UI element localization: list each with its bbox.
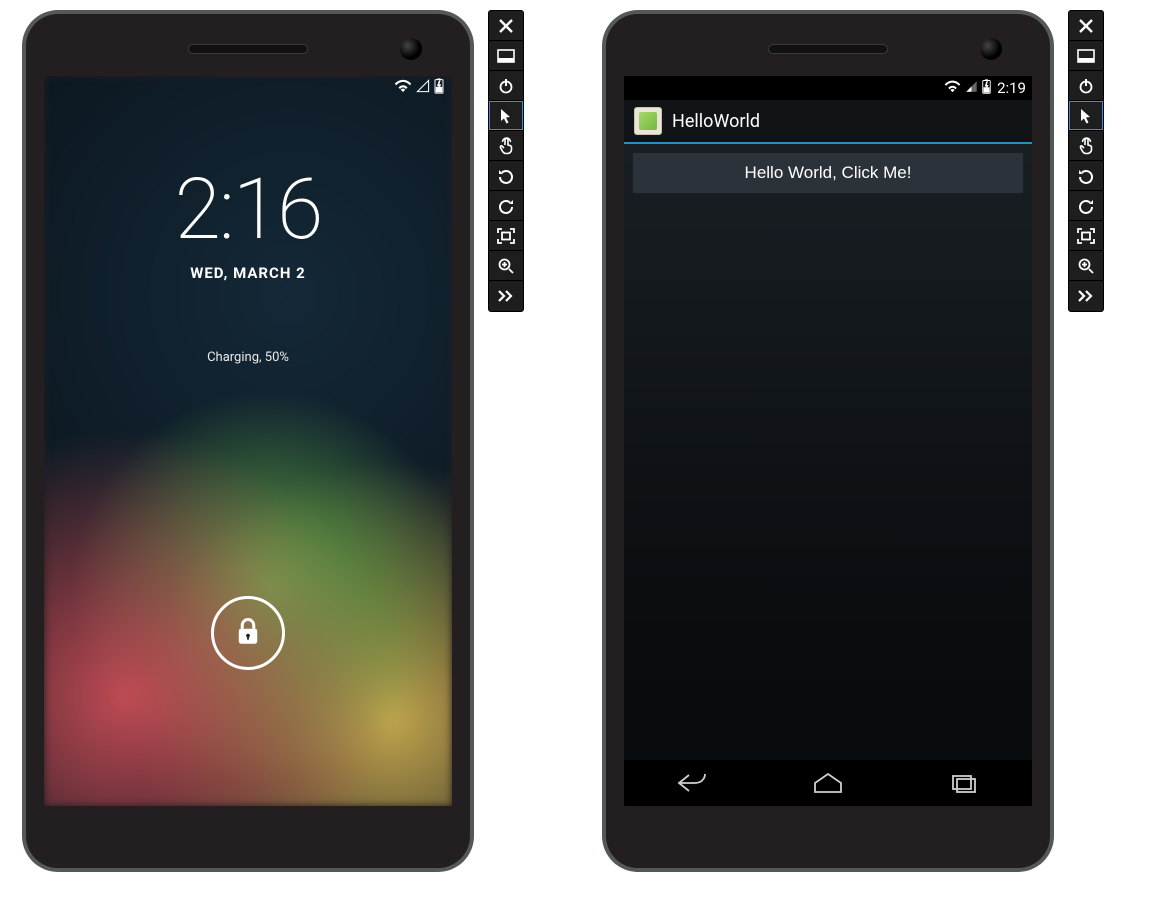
close-button[interactable] [489, 11, 523, 41]
app-title: HelloWorld [672, 111, 760, 132]
emulator-device-app: 2:19 HelloWorld Hello World, Click Me! [602, 10, 1054, 872]
emulator-toolbar-left [488, 10, 524, 312]
wifi-icon [944, 80, 961, 97]
device-screen[interactable]: 2:16 WED, MARCH 2 Charging, 50% [44, 76, 452, 806]
touch-mode-button[interactable] [489, 131, 523, 161]
close-button[interactable] [1069, 11, 1103, 41]
unlock-ring[interactable] [211, 596, 285, 670]
more-button[interactable] [1069, 281, 1103, 311]
battery-charging-icon [434, 78, 444, 94]
lock-time: 2:16 [44, 168, 452, 252]
earpiece [188, 44, 308, 54]
status-time: 2:19 [997, 79, 1026, 97]
signal-icon [965, 80, 978, 97]
app-launcher-icon[interactable] [634, 107, 662, 135]
rotate-ccw-button[interactable] [489, 161, 523, 191]
action-bar: HelloWorld [624, 100, 1032, 144]
rotate-ccw-button[interactable] [1069, 161, 1103, 191]
hello-world-button[interactable]: Hello World, Click Me! [632, 152, 1024, 194]
navigation-bar [624, 760, 1032, 806]
app-screen: 2:19 HelloWorld Hello World, Click Me! [624, 76, 1032, 806]
minimize-button[interactable] [1069, 41, 1103, 71]
pointer-mode-button[interactable] [489, 101, 523, 131]
status-bar [394, 78, 444, 94]
lock-date: WED, MARCH 2 [44, 264, 452, 282]
fit-screen-button[interactable] [489, 221, 523, 251]
zoom-in-button[interactable] [489, 251, 523, 281]
front-camera [980, 38, 1002, 60]
nav-home-button[interactable] [788, 763, 868, 803]
status-bar: 2:19 [624, 76, 1032, 100]
more-button[interactable] [489, 281, 523, 311]
wifi-icon [394, 79, 412, 93]
nav-back-button[interactable] [652, 763, 732, 803]
app-body: Hello World, Click Me! [624, 144, 1032, 760]
lock-screen[interactable]: 2:16 WED, MARCH 2 Charging, 50% [44, 76, 452, 806]
zoom-in-button[interactable] [1069, 251, 1103, 281]
lock-icon [234, 616, 262, 650]
nav-recent-button[interactable] [924, 763, 1004, 803]
rotate-cw-button[interactable] [489, 191, 523, 221]
device-body: 2:16 WED, MARCH 2 Charging, 50% [26, 14, 470, 868]
earpiece [768, 44, 888, 54]
power-button[interactable] [489, 71, 523, 101]
emulator-toolbar-right [1068, 10, 1104, 312]
device-screen[interactable]: 2:19 HelloWorld Hello World, Click Me! [624, 76, 1032, 806]
battery-charging-icon [982, 79, 991, 98]
front-camera [400, 38, 422, 60]
device-body: 2:19 HelloWorld Hello World, Click Me! [606, 14, 1050, 868]
rotate-cw-button[interactable] [1069, 191, 1103, 221]
touch-mode-button[interactable] [1069, 131, 1103, 161]
pointer-mode-button[interactable] [1069, 101, 1103, 131]
emulator-device-lockscreen: 2:16 WED, MARCH 2 Charging, 50% [22, 10, 474, 872]
power-button[interactable] [1069, 71, 1103, 101]
charging-status: Charging, 50% [44, 350, 452, 365]
lock-clock: 2:16 WED, MARCH 2 [44, 168, 452, 282]
signal-icon [416, 79, 430, 93]
fit-screen-button[interactable] [1069, 221, 1103, 251]
minimize-button[interactable] [489, 41, 523, 71]
